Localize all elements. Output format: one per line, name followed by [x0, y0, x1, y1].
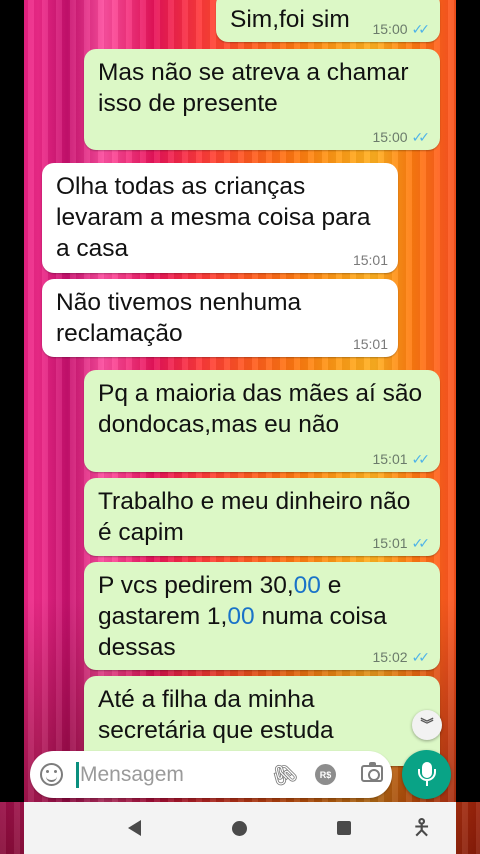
accessibility-person-icon[interactable]: 🯅 [412, 817, 431, 839]
message-composer[interactable]: Mensagem 🖇 R$ [30, 751, 392, 798]
number-link[interactable]: 00 [294, 572, 321, 599]
message-time: 15:02 [372, 649, 408, 665]
message-bubble-outgoing[interactable]: P vcs pedirem 30,00 e gastarem 1,00 numa… [84, 562, 440, 670]
screen-edge-right [456, 0, 480, 802]
message-bubble-incoming[interactable]: Não tivemos nenhuma reclamação 15:01 [42, 279, 398, 357]
text-cursor [76, 762, 79, 788]
message-bubble-incoming[interactable]: Olha todas as crianças levaram a mesma c… [42, 163, 398, 273]
message-text: Mas não se atreva a chamar isso de prese… [98, 59, 409, 117]
message-input[interactable]: Mensagem [80, 762, 184, 788]
rs-payment-icon[interactable]: R$ [315, 764, 336, 785]
message-text: Sim,foi sim [230, 6, 350, 33]
read-ticks-icon: ✓✓ [411, 129, 431, 145]
message-time: 15:01 [352, 336, 388, 352]
message-bubble-outgoing[interactable]: Sim,foi sim 15:00 ✓✓ [216, 0, 440, 42]
read-ticks-icon: ✓✓ [411, 535, 431, 551]
message-text: P vcs pedirem 30,00 e gastarem 1,00 numa… [98, 572, 387, 661]
message-text: Pq a maioria das mães aí são dondocas,ma… [98, 380, 423, 438]
recents-square-icon[interactable] [337, 821, 351, 835]
chat-screen: Sim,foi sim 15:00 ✓✓ Mas não se atreva a … [0, 0, 480, 854]
message-text: Até a filha da minha secretária que estu… [98, 686, 334, 744]
message-bubble-outgoing[interactable]: Pq a maioria das mães aí são dondocas,ma… [84, 370, 440, 472]
camera-icon[interactable] [361, 762, 383, 782]
message-time: 15:00 [372, 21, 408, 37]
emoji-icon[interactable] [40, 763, 63, 786]
message-time: 15:00 [372, 129, 408, 145]
message-text: Trabalho e meu dinheiro não é capim [98, 488, 411, 546]
read-ticks-icon: ✓✓ [411, 649, 431, 665]
message-text: Não tivemos nenhuma reclamação [56, 289, 302, 347]
read-ticks-icon: ✓✓ [411, 451, 431, 467]
home-circle-icon[interactable] [232, 821, 247, 836]
microphone-button[interactable] [402, 750, 451, 799]
system-nav-bar: 🯅 [24, 802, 456, 854]
paperclip-icon[interactable]: 🖇 [265, 757, 302, 793]
message-bubble-outgoing[interactable]: Mas não se atreva a chamar isso de prese… [84, 49, 440, 150]
message-time: 15:01 [352, 252, 388, 268]
message-time: 15:01 [372, 451, 408, 467]
screen-edge-left [0, 0, 24, 802]
message-bubble-outgoing[interactable]: Trabalho e meu dinheiro não é capim 15:0… [84, 478, 440, 556]
back-triangle-icon[interactable] [128, 820, 141, 836]
double-chevron-down-icon[interactable]: ︾ [412, 710, 442, 740]
message-text: Olha todas as crianças levaram a mesma c… [56, 173, 371, 262]
read-ticks-icon: ✓✓ [411, 21, 431, 37]
number-link[interactable]: 00 [227, 603, 254, 630]
message-time: 15:01 [372, 535, 408, 551]
